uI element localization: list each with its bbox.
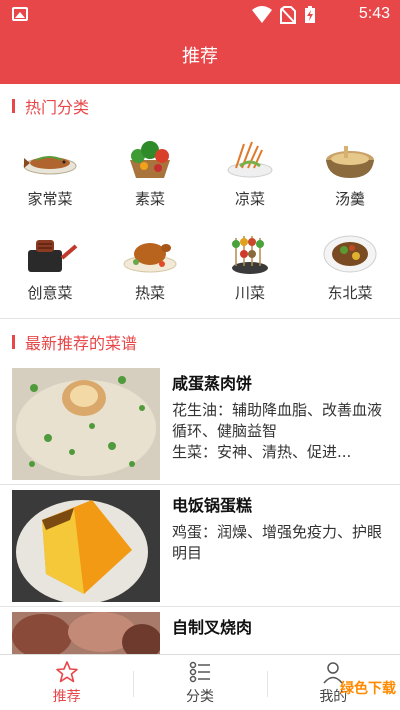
status-bar: 5:43 bbox=[0, 0, 400, 30]
recipe-thumbnail bbox=[12, 368, 160, 480]
recipe-item[interactable]: 自制叉烧肉 bbox=[0, 612, 400, 654]
recipe-divider bbox=[0, 606, 400, 607]
latest-recipes-header: 最新推荐的菜谱 bbox=[0, 320, 400, 364]
recipe-item[interactable]: 咸蛋蒸肉饼 花生油：辅助降血脂、改善血液循环、健脑益智 生菜：安神、清热、促进.… bbox=[0, 368, 400, 488]
roast-chicken-icon bbox=[123, 243, 177, 273]
app-bar: 推荐 bbox=[0, 30, 400, 84]
recipe-name: 自制叉烧肉 bbox=[172, 618, 253, 637]
category-chuancai[interactable]: 川菜 bbox=[200, 224, 300, 318]
no-sim-icon bbox=[280, 6, 296, 24]
star-icon bbox=[55, 660, 78, 682]
category-label: 东北菜 bbox=[327, 284, 373, 302]
section-divider bbox=[0, 318, 400, 319]
hot-categories-title: 热门分类 bbox=[25, 98, 90, 117]
recipe-divider bbox=[0, 484, 400, 485]
category-label: 家常菜 bbox=[27, 190, 73, 208]
recipe-name: 电饭锅蛋糕 bbox=[172, 496, 253, 515]
recipe-item[interactable]: 电饭锅蛋糕 鸡蛋：润燥、增强免疫力、护眼明目 bbox=[0, 490, 400, 610]
category-liangcai[interactable]: 凉菜 bbox=[200, 130, 300, 224]
system-icons bbox=[252, 6, 316, 24]
category-jiachangcai[interactable]: 家常菜 bbox=[0, 130, 100, 224]
recipe-thumbnail bbox=[12, 490, 160, 602]
section-marker bbox=[12, 335, 15, 349]
category-tanggeng[interactable]: 汤羹 bbox=[300, 130, 400, 224]
list-icon bbox=[189, 661, 210, 682]
recipe-name: 咸蛋蒸肉饼 bbox=[172, 374, 253, 393]
section-marker bbox=[12, 99, 15, 113]
page-title: 推荐 bbox=[182, 46, 218, 67]
category-sucai[interactable]: 素菜 bbox=[100, 130, 200, 224]
grill-pan-icon bbox=[28, 240, 78, 272]
recipe-description: 鸡蛋：润燥、增强免疫力、护眼明目 bbox=[172, 523, 383, 562]
hot-categories-header: 热门分类 bbox=[0, 84, 400, 128]
category-recai[interactable]: 热菜 bbox=[100, 224, 200, 318]
nav-label: 分类 bbox=[185, 688, 214, 705]
nav-recommend[interactable]: 推荐 bbox=[0, 655, 133, 710]
category-label: 汤羹 bbox=[334, 190, 365, 208]
skewers-icon bbox=[232, 236, 268, 274]
nav-label: 推荐 bbox=[52, 688, 81, 705]
recipe-thumbnail bbox=[12, 612, 160, 654]
status-time: 5:43 bbox=[358, 5, 390, 22]
gallery-notification-icon bbox=[12, 7, 28, 21]
fish-dish-icon bbox=[23, 156, 77, 175]
category-label: 热菜 bbox=[134, 284, 165, 302]
category-label: 凉菜 bbox=[234, 190, 265, 208]
category-chuangyicai[interactable]: 创意菜 bbox=[0, 224, 100, 318]
category-grid: 家常菜 素菜 凉菜 汤羹 创意菜 热菜 川菜 东北菜 bbox=[0, 130, 400, 318]
stew-plate-icon bbox=[323, 235, 377, 273]
recipe-description: 花生油：辅助降血脂、改善血液循环、健脑益智 生菜：安神、清热、促进... bbox=[172, 401, 383, 461]
vegetable-basket-icon bbox=[130, 141, 170, 178]
category-label: 素菜 bbox=[134, 190, 165, 208]
nav-category[interactable]: 分类 bbox=[133, 655, 266, 710]
latest-recipes-title: 最新推荐的菜谱 bbox=[25, 334, 138, 353]
watermark: 绿色下载 bbox=[340, 681, 396, 697]
category-label: 创意菜 bbox=[27, 284, 73, 302]
wifi-icon bbox=[252, 6, 272, 23]
soup-pot-icon bbox=[326, 146, 374, 178]
category-dongbeicai[interactable]: 东北菜 bbox=[300, 224, 400, 318]
battery-charging-icon bbox=[305, 6, 315, 23]
cold-dish-icon bbox=[227, 141, 273, 178]
category-label: 川菜 bbox=[234, 284, 265, 302]
